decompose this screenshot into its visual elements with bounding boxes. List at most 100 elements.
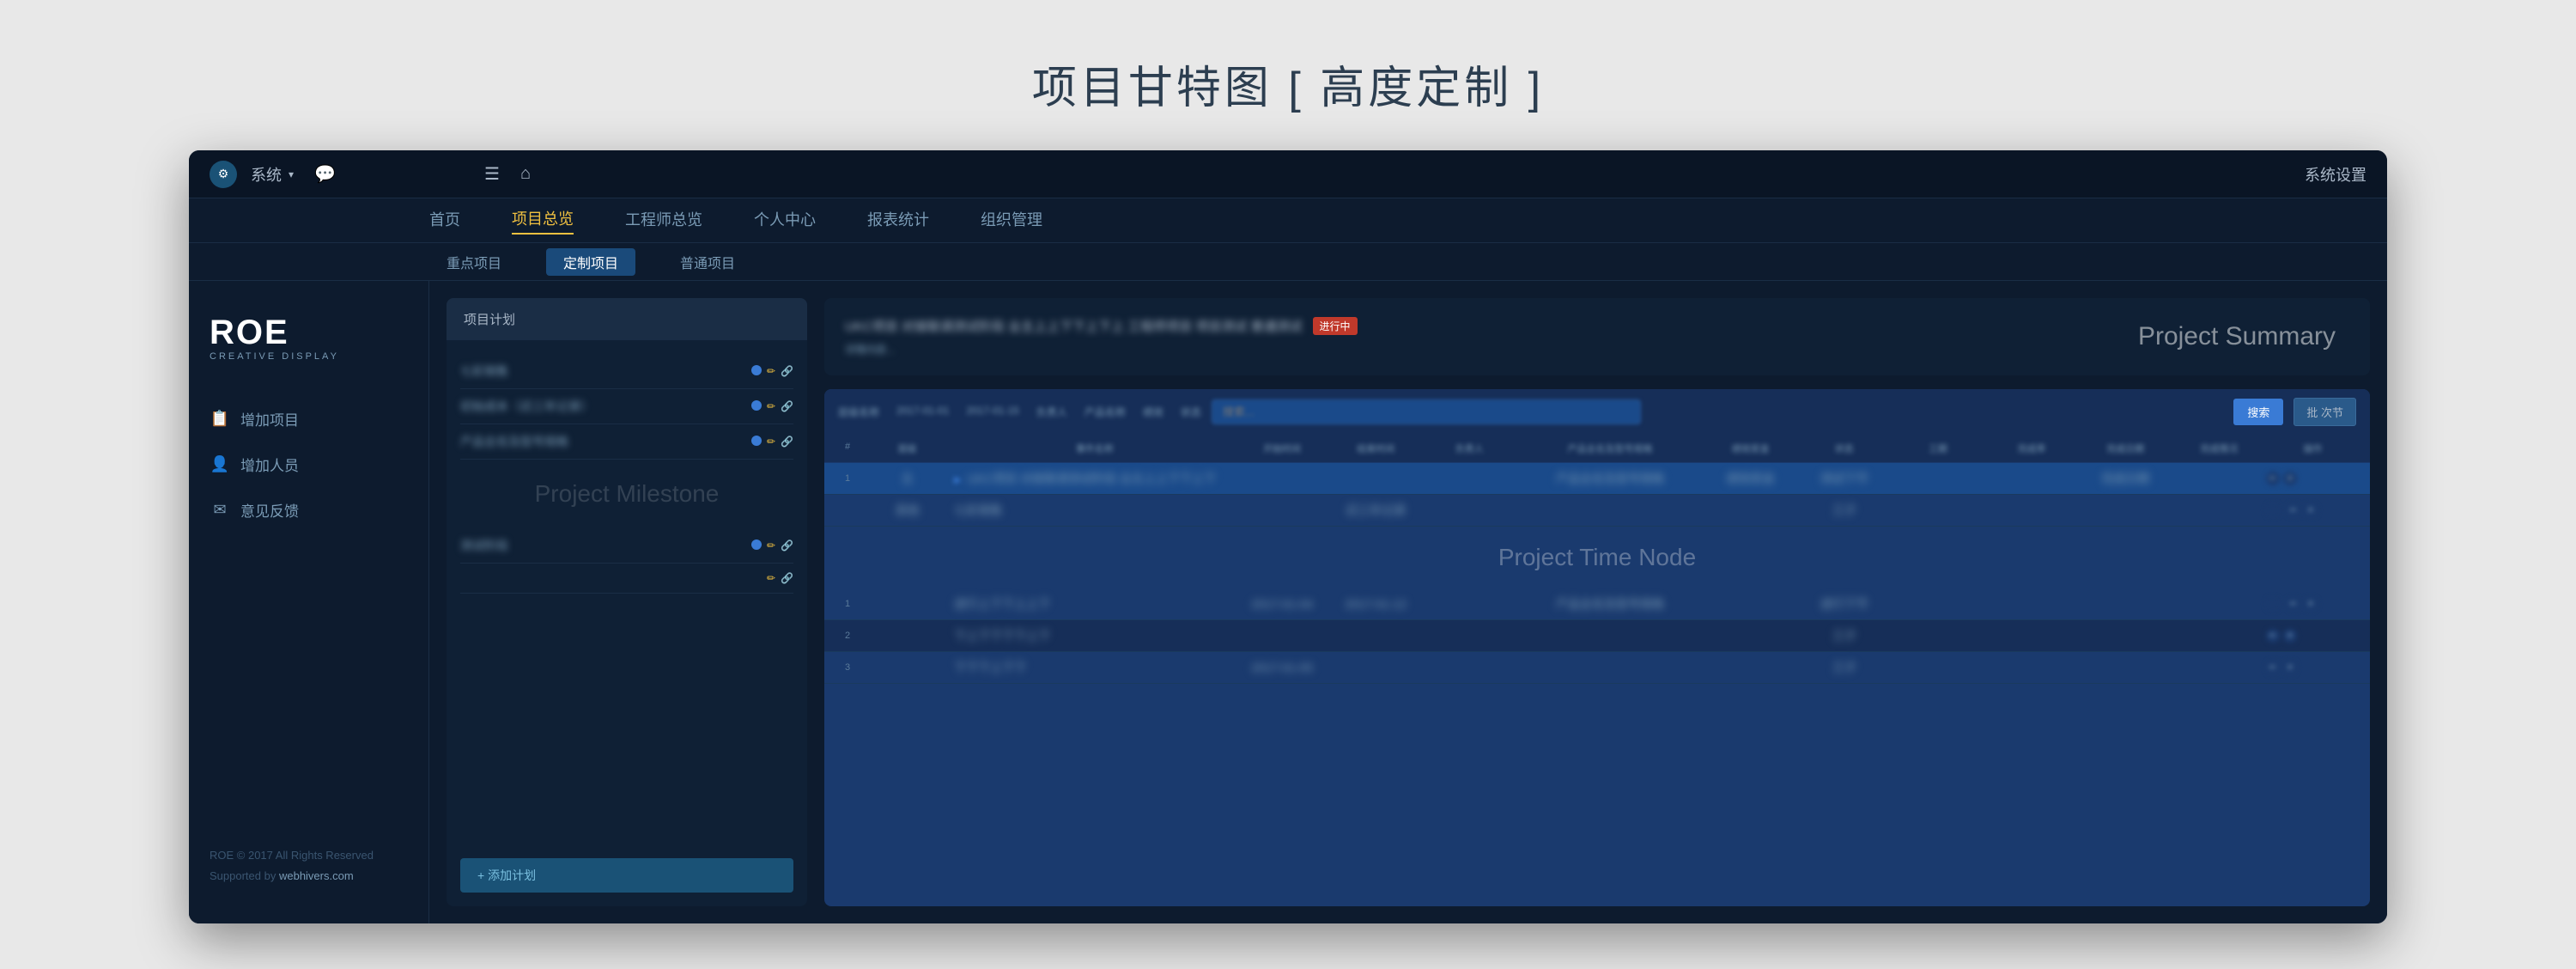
page-title: 项目甘特图 [ 高度定制 ] [1032,52,1544,116]
add-milestone-button[interactable]: + 添加计划 [460,858,793,893]
action-button[interactable]: 批 次节 [2293,398,2356,426]
edit-action-icon-3[interactable]: ✏ [2287,597,2300,611]
col-level: 层级 [860,442,954,455]
cell-name-4: 下下下上下下 [954,659,1235,676]
toolbar-labels: 层级名称 2017-01-01 2017-01-15 负责人 产品名称 绩效 状… [838,405,1201,419]
cell-status-4: 工子 [1797,659,1891,676]
table-row-sub1: 其他 七彩销售 近三年记录 工子 [824,495,2370,527]
link-icon-3[interactable]: 🔗 [781,436,793,448]
col-end: 结束时间 [1329,442,1423,455]
edit-action-icon-2[interactable]: ✏ [2287,503,2300,517]
status-dot-icon-3 [751,436,762,446]
cell-status-3: 工子 [1797,627,1891,644]
link-icon-2[interactable]: 🔗 [781,400,793,412]
edit-icon[interactable]: ✏ [767,365,775,377]
sub-tab-custom[interactable]: 定制项目 [546,248,635,276]
nav-item-personal[interactable]: 个人中心 [754,208,816,234]
cell-date-1: 完成日期 [2079,470,2172,487]
edit-icon-3[interactable]: ✏ [767,436,775,448]
cell-actions-3: ✏ ✕ [2266,629,2360,643]
link-icon-5[interactable]: 🔗 [781,572,793,584]
edit-icon-4[interactable]: ✏ [767,539,775,552]
delete-action-icon-3[interactable]: ✕ [2304,597,2318,611]
cell-name-1: ▶ UKC项目 对接联调测试阶段 业主上上下下上下 [954,470,1235,487]
cell-start-2: 2017-01-04 [1236,597,1329,611]
message-icon[interactable]: 💬 [314,163,336,185]
sidebar-item-add-member[interactable]: 👤 增加人员 [189,442,428,487]
cell-actions-4: ✏ ✕ [2266,661,2360,674]
top-bar-right: 系统设置 [2305,163,2366,186]
search-input[interactable] [1212,399,1641,424]
right-panel: UKC项目 对接联调测试阶段 业主上上下下上下上 工程师项目 项目测试 普通测试… [824,298,2370,906]
milestone-overlay-label: Project Milestone [535,480,720,508]
milestone-row-5-icons: ✏ 🔗 [767,572,793,584]
cell-level-sub1: 其他 [860,502,954,519]
cell-product-1: 产品全名及型号规格 [1516,470,1704,487]
status-dot-icon [751,365,762,375]
milestone-row-overlay: Project Milestone [460,460,793,528]
col-num: # [835,442,860,455]
delete-action-icon[interactable]: ✕ [2283,472,2297,485]
cell-start-4: 2017-01-05 [1236,661,1329,674]
milestone-row-5: ✏ 🔗 [460,564,793,594]
milestone-panel: 项目计划 七彩销售 ✏ 🔗 初始成本（近三年记录） [447,298,807,906]
edit-icon-5[interactable]: ✏ [767,572,775,584]
sub-tab-focus[interactable]: 重点项目 [429,248,519,276]
delete-action-icon-2[interactable]: ✕ [2304,503,2318,517]
roe-logo-text: ROE [210,315,289,350]
nav-item-org[interactable]: 组织管理 [981,208,1042,234]
top-bar: ⚙ 系统 ▾ 💬 ☰ ⌂ 系统设置 [189,150,2387,198]
milestone-row-3-icons: ✏ 🔗 [751,436,793,448]
expand-icon[interactable]: ▶ [954,475,961,485]
status-icon-2 [2266,597,2280,611]
sub-tabs: 重点项目 定制项目 普通项目 [189,243,2387,281]
sidebar-item-add-project[interactable]: 📋 增加项目 [189,396,428,442]
sidebar: ROE CREATIVE DISPLAY 📋 增加项目 👤 增加人员 ✉ 意见反… [189,281,429,923]
milestone-row-1-text: 七彩销售 [460,363,751,380]
edit-action-icon-4[interactable]: ✏ [2266,629,2280,643]
edit-icon-2[interactable]: ✏ [767,400,775,412]
support-link[interactable]: webhivers.com [279,869,354,882]
settings-label[interactable]: 系统设置 [2305,163,2366,186]
system-dropdown-icon[interactable]: ▾ [289,168,294,180]
cell-num-3: 2 [835,631,860,641]
col-actions: 操作 [2266,442,2360,455]
hamburger-icon[interactable]: ☰ [484,163,500,185]
home-icon[interactable]: ⌂ [520,164,531,184]
link-icon-4[interactable]: 🔗 [781,539,793,552]
edit-action-icon-5[interactable]: ✏ [2266,661,2280,674]
nav-item-home[interactable]: 首页 [429,208,460,234]
nav-item-projects[interactable]: 项目总览 [512,207,574,235]
summary-title-text: UKC项目 对接联调测试阶段 业主上上下下上下上 工程师项目 项目测试 普通测试 [845,317,1303,335]
milestone-body: 七彩销售 ✏ 🔗 初始成本（近三年记录） ✏ 🔗 [447,340,807,844]
milestone-row-2-text: 初始成本（近三年记录） [460,398,751,415]
table-row-3: 2 下上下下下下上下 工子 [824,620,2370,652]
status-dot-icon-4 [751,539,762,550]
col-date: 完成日期 [2079,442,2172,455]
milestone-row-4: 测试阶段 ✏ 🔗 [460,528,793,564]
delete-action-icon-4[interactable]: ✕ [2283,629,2297,643]
roe-logo: ROE CREATIVE DISPLAY [210,315,339,362]
col-duration: 工期 [1891,442,1984,455]
col-status: 状态 [1797,442,1891,455]
cell-status-1: 测试下节 [1797,470,1891,487]
search-button[interactable]: 搜索 [2233,399,2283,425]
cell-name-2: 进行上下下上上下 [954,595,1235,612]
cell-end-2: 2017-01-12 [1329,597,1423,611]
top-bar-center: ☰ ⌂ [467,163,2305,185]
sub-tab-normal[interactable]: 普通项目 [663,248,752,276]
sidebar-item-feedback[interactable]: ✉ 意见反馈 [189,487,428,533]
cell-actions-1: ✏ ✕ [2266,472,2360,485]
edit-action-icon[interactable]: ✏ [2266,472,2280,485]
cell-num-4: 3 [835,662,860,673]
delete-action-icon-5[interactable]: ✕ [2283,661,2297,674]
col-product: 产品全名及型号规格 [1516,442,1704,455]
col-owner: 负责人 [1423,442,1516,455]
main-content: 项目计划 七彩销售 ✏ 🔗 初始成本（近三年记录） [429,281,2387,923]
link-icon[interactable]: 🔗 [781,365,793,377]
nav-item-engineers[interactable]: 工程师总览 [625,208,702,234]
nav-item-reports[interactable]: 报表统计 [867,208,929,234]
cell-name-sub1: 七彩销售 [954,502,1235,519]
copyright-text: ROE © 2017 All Rights Reserved [210,845,408,865]
summary-content: UKC项目 对接联调测试阶段 业主上上下下上下上 工程师项目 项目测试 普通测试… [845,317,2349,357]
